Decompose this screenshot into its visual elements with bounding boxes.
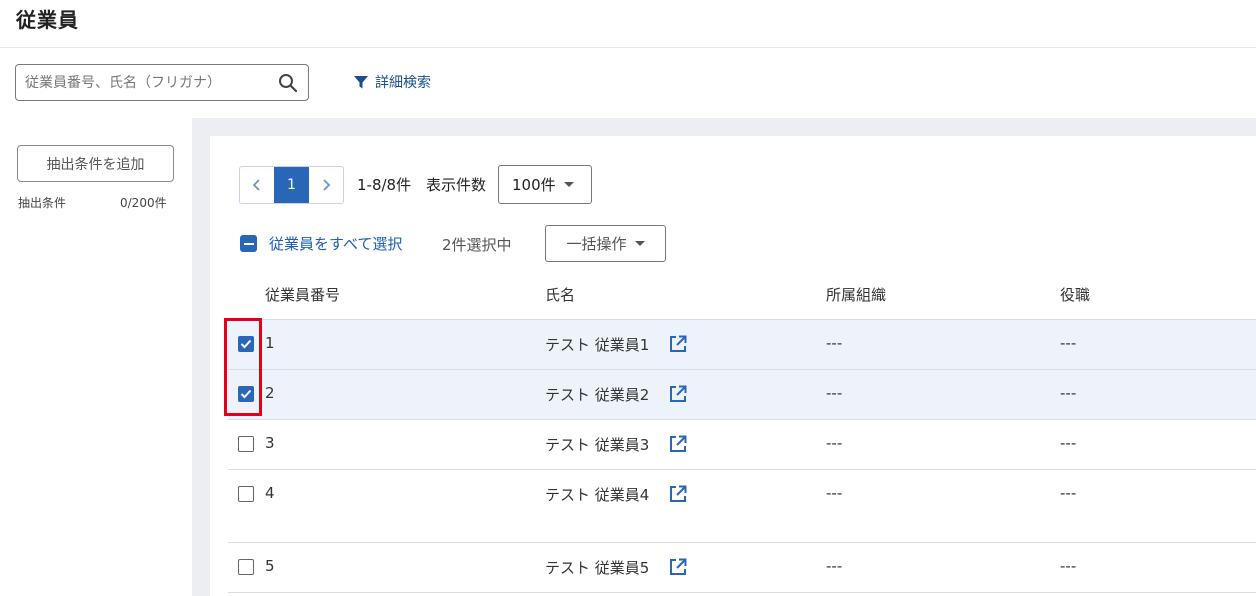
external-link-icon[interactable] bbox=[668, 484, 688, 504]
pagination: 1 bbox=[239, 166, 344, 204]
page-button-current[interactable]: 1 bbox=[274, 167, 309, 203]
table-row[interactable]: 3 テスト 従業員3 --- --- bbox=[228, 420, 1256, 469]
select-all-label[interactable]: 従業員をすべて選択 bbox=[269, 233, 402, 254]
employee-position: --- bbox=[1060, 334, 1077, 352]
row-checkbox-checked[interactable] bbox=[238, 336, 254, 352]
table-row[interactable]: 2 テスト 従業員2 --- --- bbox=[228, 370, 1256, 419]
table-row[interactable]: 5 テスト 従業員5 --- --- bbox=[228, 543, 1256, 592]
column-header-org: 所属組織 bbox=[826, 286, 887, 304]
employee-position: --- bbox=[1060, 484, 1077, 502]
row-checkbox[interactable] bbox=[238, 486, 254, 502]
row-checkbox-checked[interactable] bbox=[238, 386, 254, 402]
column-header-position: 役職 bbox=[1060, 286, 1091, 304]
bulk-action-label: 一括操作 bbox=[566, 235, 627, 253]
range-text: 1-8/8件 bbox=[357, 176, 412, 194]
indeterminate-checkbox-icon[interactable] bbox=[240, 235, 257, 252]
chevron-right-icon bbox=[323, 179, 331, 191]
condition-label: 抽出条件 bbox=[18, 196, 67, 210]
prev-page-button[interactable] bbox=[240, 167, 275, 203]
employee-number: 5 bbox=[265, 557, 275, 575]
chevron-left-icon bbox=[252, 179, 260, 191]
employee-org: --- bbox=[826, 334, 843, 352]
employee-number: 4 bbox=[265, 484, 275, 502]
row-divider bbox=[228, 592, 1256, 593]
next-page-button[interactable] bbox=[308, 167, 343, 203]
employee-number: 3 bbox=[265, 434, 275, 452]
filter-icon bbox=[354, 76, 368, 89]
external-link-icon[interactable] bbox=[668, 557, 688, 577]
employee-name: テスト 従業員1 bbox=[545, 336, 650, 354]
table-row[interactable]: 4 テスト 従業員4 --- --- bbox=[228, 470, 1256, 542]
external-link-icon[interactable] bbox=[668, 434, 688, 454]
column-header-number: 従業員番号 bbox=[265, 286, 341, 304]
employee-name: テスト 従業員2 bbox=[545, 386, 650, 404]
employee-org: --- bbox=[826, 484, 843, 502]
row-checkbox[interactable] bbox=[238, 436, 254, 452]
per-page-label: 表示件数 bbox=[426, 176, 487, 194]
external-link-icon[interactable] bbox=[668, 384, 688, 404]
bulk-action-button[interactable]: 一括操作 bbox=[545, 225, 666, 262]
employee-number: 1 bbox=[265, 334, 275, 352]
search-icon[interactable] bbox=[278, 73, 298, 93]
per-page-value: 100件 bbox=[512, 176, 556, 194]
employee-name: テスト 従業員4 bbox=[545, 486, 650, 504]
search-input[interactable] bbox=[25, 74, 278, 91]
employee-name: テスト 従業員3 bbox=[545, 436, 650, 454]
per-page-select[interactable]: 100件 bbox=[498, 165, 592, 204]
filter-panel bbox=[0, 118, 192, 596]
employee-name: テスト 従業員5 bbox=[545, 559, 650, 577]
employee-position: --- bbox=[1060, 384, 1077, 402]
row-checkbox[interactable] bbox=[238, 559, 254, 575]
check-icon bbox=[240, 339, 252, 349]
advanced-search-link[interactable]: 詳細検索 bbox=[353, 71, 431, 93]
search-box[interactable] bbox=[15, 64, 309, 101]
employee-position: --- bbox=[1060, 434, 1077, 452]
header-divider bbox=[0, 47, 1256, 48]
employee-number: 2 bbox=[265, 384, 275, 402]
check-icon bbox=[240, 389, 252, 399]
condition-count: 0/200件 bbox=[120, 196, 167, 210]
external-link-icon[interactable] bbox=[668, 334, 688, 354]
caret-down-icon bbox=[563, 182, 574, 187]
add-condition-button[interactable]: 抽出条件を追加 bbox=[17, 145, 174, 182]
selected-count: 2件選択中 bbox=[442, 236, 512, 254]
table-row[interactable]: 1 テスト 従業員1 --- --- bbox=[228, 320, 1256, 369]
employee-position: --- bbox=[1060, 557, 1077, 575]
employee-org: --- bbox=[826, 434, 843, 452]
page-title: 従業員 bbox=[16, 8, 79, 32]
employee-org: --- bbox=[826, 384, 843, 402]
advanced-search-label: 詳細検索 bbox=[375, 75, 431, 91]
caret-down-icon bbox=[634, 241, 645, 246]
select-all-toggle[interactable]: 従業員をすべて選択 bbox=[240, 233, 402, 254]
column-header-name: 氏名 bbox=[545, 286, 576, 304]
employee-list-page: 従業員 詳細検索 抽出条件を追加 抽出条件 0/200件 1 1-8/8件 表示… bbox=[0, 0, 1256, 596]
employee-org: --- bbox=[826, 557, 843, 575]
